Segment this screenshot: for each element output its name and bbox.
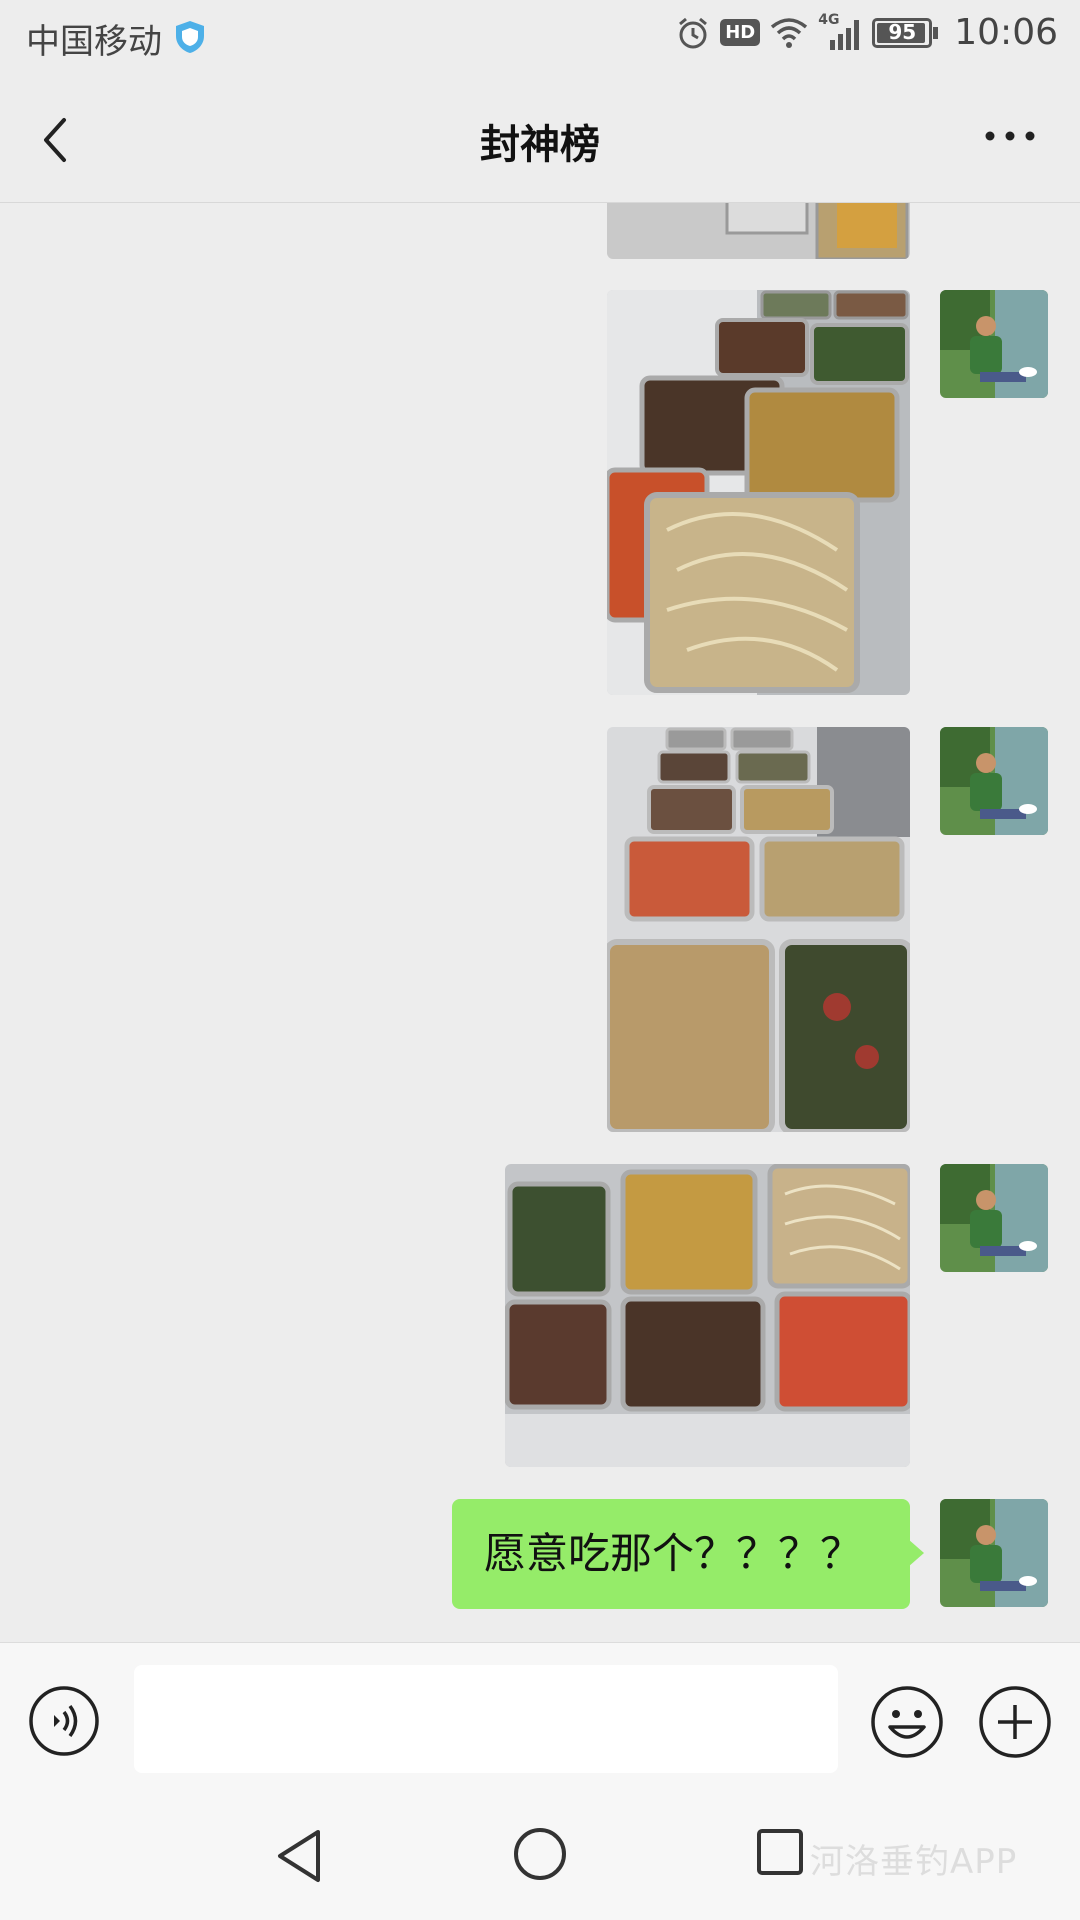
- nav-home-icon[interactable]: [512, 1826, 568, 1882]
- battery-icon: 95: [872, 17, 939, 48]
- user-avatar-icon: [940, 727, 1048, 835]
- alarm-icon: [679, 17, 708, 48]
- nav-back-icon[interactable]: [272, 1826, 328, 1886]
- food-tray-photo-icon: [505, 1164, 910, 1467]
- chat-input-bar: [0, 1642, 1080, 1795]
- message-list[interactable]: 愿意吃那个？？？？: [0, 203, 1080, 1643]
- image-message[interactable]: [607, 203, 910, 259]
- message-input[interactable]: [134, 1665, 838, 1773]
- more-options-icon[interactable]: [980, 116, 1040, 156]
- food-tray-photo-icon: [607, 203, 910, 259]
- status-icons: HD 4G 95 10:06: [676, 12, 1058, 53]
- user-avatar-icon: [940, 290, 1048, 398]
- user-avatar-icon: [940, 1499, 1048, 1607]
- avatar[interactable]: [940, 1164, 1048, 1272]
- image-message[interactable]: [505, 1164, 910, 1467]
- avatar[interactable]: [940, 1499, 1048, 1607]
- food-tray-photo-icon: [607, 290, 910, 695]
- watermark: 河洛垂钓APP: [810, 1842, 1018, 1882]
- nav-recent-apps-icon[interactable]: [756, 1828, 804, 1876]
- image-message[interactable]: [607, 290, 910, 695]
- network-type-label: 4G: [818, 11, 840, 28]
- hd-badge: HD: [720, 19, 761, 46]
- cellular-signal-icon: 4G: [818, 12, 862, 50]
- image-message[interactable]: [607, 727, 910, 1132]
- system-nav-bar: 河洛垂钓APP: [0, 1794, 1080, 1920]
- shield-icon: [176, 21, 204, 53]
- bubble-tail: [908, 1539, 924, 1567]
- text-message-bubble[interactable]: 愿意吃那个？？？？: [452, 1499, 924, 1609]
- status-bar: 中国移动 HD 4G 95 10:06: [0, 0, 1080, 76]
- avatar[interactable]: [940, 290, 1048, 398]
- food-tray-photo-icon: [607, 727, 910, 1132]
- plus-icon[interactable]: [978, 1685, 1052, 1759]
- voice-input-icon[interactable]: [28, 1685, 100, 1757]
- chat-header: 封神榜: [0, 76, 1080, 203]
- emoji-icon[interactable]: [870, 1685, 944, 1759]
- wifi-icon: [771, 17, 808, 48]
- message-text: 愿意吃那个？？？？: [484, 1529, 863, 1578]
- clock: 10:06: [954, 12, 1058, 53]
- avatar[interactable]: [940, 727, 1048, 835]
- battery-level: 95: [888, 19, 917, 44]
- carrier-name: 中国移动: [26, 22, 162, 62]
- user-avatar-icon: [940, 1164, 1048, 1272]
- chat-title: 封神榜: [480, 122, 600, 168]
